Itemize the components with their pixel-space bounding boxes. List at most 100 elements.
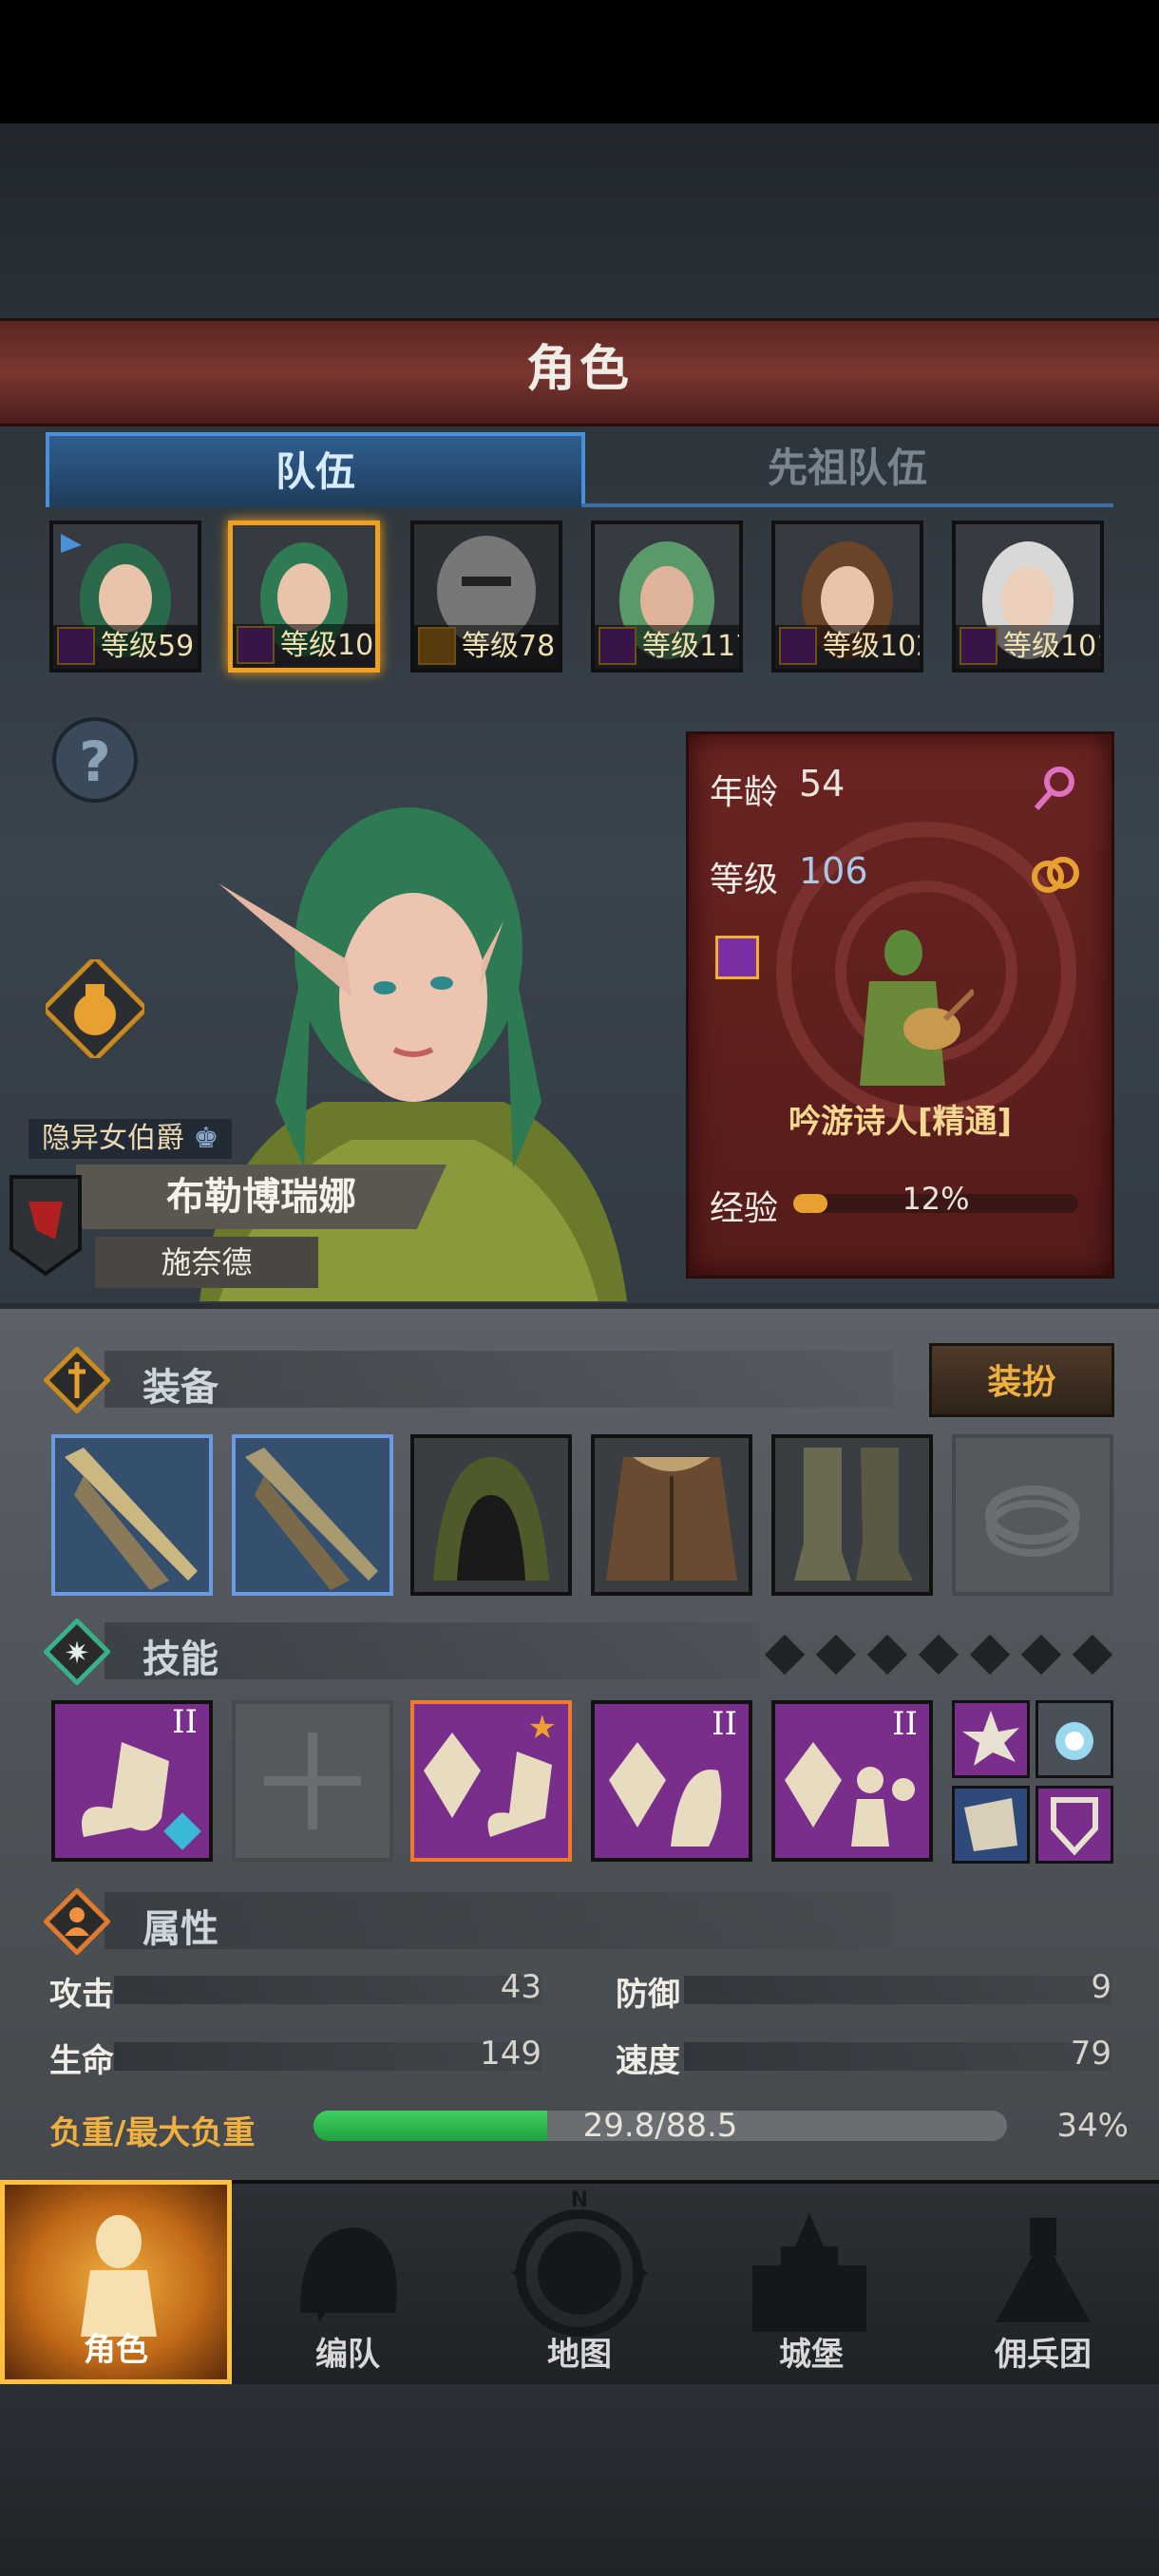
- help-icon[interactable]: ?: [52, 717, 138, 803]
- crown-icon: ♚: [193, 1122, 219, 1155]
- passive-skill-burst-icon[interactable]: [952, 1700, 1030, 1778]
- portrait-slot-1[interactable]: 等级59: [49, 521, 201, 672]
- nav-label: 城堡: [779, 2336, 844, 2374]
- nav-label: 角色: [84, 2331, 148, 2369]
- nav-character[interactable]: 角色: [0, 2180, 232, 2384]
- person-attribute-icon: [42, 1886, 112, 1957]
- portrait-level: 等级117: [595, 625, 739, 669]
- lute-weapon-icon: [65, 1448, 198, 1590]
- defense-value: 9: [1091, 1968, 1112, 2006]
- exp-label: 经验: [710, 1189, 779, 1228]
- outfit-button[interactable]: 装扮: [929, 1343, 1114, 1417]
- crystal-music-skill-icon: ★: [424, 1709, 557, 1837]
- passive-skill-shatter-icon[interactable]: [952, 1786, 1030, 1864]
- skills-title: 技能: [142, 1638, 218, 1681]
- ring-icon: [985, 1486, 1080, 1557]
- mercenary-icon: [996, 2218, 1091, 2322]
- equipment-slot-ring[interactable]: [952, 1434, 1113, 1596]
- character-stats-panel: 年龄 54 等级 106 吟游诗人[精通] 经验 12%: [686, 731, 1114, 1279]
- empty-cross-icon: [264, 1733, 361, 1829]
- portrait-slot-4[interactable]: 等级117: [591, 521, 743, 672]
- age-label: 年龄: [710, 773, 779, 812]
- hood-icon: [433, 1457, 549, 1581]
- level-label: 等级: [710, 861, 779, 900]
- music-note-skill-icon: II: [82, 1704, 201, 1850]
- nav-label: 编队: [315, 2336, 380, 2374]
- tab-team[interactable]: 队伍: [46, 432, 585, 507]
- equipment-slot-weapon-2[interactable]: [232, 1434, 393, 1596]
- age-value: 54: [799, 763, 846, 805]
- equipment-slot-body[interactable]: [591, 1434, 752, 1596]
- svg-text:II: II: [712, 1705, 737, 1743]
- hero-name[interactable]: 布勒博瑞娜: [76, 1165, 446, 1229]
- status-bar-area: [0, 0, 1159, 123]
- portrait-level: 等级102: [775, 625, 920, 669]
- equipment-header-bar: [104, 1351, 893, 1408]
- portrait-slot-5[interactable]: 等级102: [771, 521, 923, 672]
- level-value: 106: [799, 850, 868, 892]
- class-name: 吟游诗人[精通]: [788, 1103, 1013, 1141]
- equipment-title: 装备: [142, 1366, 218, 1410]
- load-value: 29.8/88.5: [582, 2107, 738, 2145]
- female-gender-icon: [1029, 761, 1082, 814]
- boots-icon: [794, 1448, 913, 1581]
- tab-ancestor-team[interactable]: 先祖队伍: [581, 432, 1113, 507]
- hero-surname[interactable]: 施奈德: [95, 1237, 318, 1288]
- nav-map[interactable]: N 地图: [464, 2180, 695, 2384]
- nav-formation[interactable]: 编队: [232, 2180, 464, 2384]
- rank-title: 隐异女伯爵 ♚: [28, 1119, 232, 1159]
- load-percent: 34%: [1056, 2107, 1129, 2145]
- portrait-level: 等级59: [53, 625, 198, 669]
- svg-text:II: II: [892, 1705, 918, 1743]
- portrait-slot-2[interactable]: 等级106: [228, 521, 380, 672]
- hp-value: 149: [480, 2035, 542, 2073]
- skill-slot-1[interactable]: II: [51, 1700, 213, 1862]
- speed-value: 79: [1070, 2035, 1112, 2073]
- passive-skill-shield-icon[interactable]: [1036, 1786, 1113, 1864]
- nav-label: 地图: [547, 2336, 612, 2374]
- portrait-slot-6[interactable]: 等级101: [952, 521, 1104, 672]
- portrait-level: 等级101: [956, 625, 1100, 669]
- attack-value: 43: [500, 1968, 542, 2006]
- svg-text:N: N: [571, 2188, 588, 2212]
- portrait-level: 等级106: [233, 624, 375, 668]
- passive-skill-frost-icon[interactable]: [1036, 1700, 1113, 1778]
- crystal-group-skill-icon: II: [785, 1705, 918, 1847]
- family-crest-shield-icon[interactable]: [8, 1173, 84, 1278]
- skill-slot-empty[interactable]: [232, 1700, 393, 1862]
- star-skill-icon: ✷: [42, 1617, 112, 1687]
- svg-text:★: ★: [528, 1709, 557, 1747]
- skill-slot-4[interactable]: II: [591, 1700, 752, 1862]
- nav-castle[interactable]: 城堡: [695, 2180, 927, 2384]
- attributes-title: 属性: [142, 1907, 218, 1951]
- nav-label: 佣兵团: [995, 2336, 1092, 2374]
- speed-label: 速度: [616, 2042, 680, 2080]
- portrait-level: 等级78: [414, 625, 559, 669]
- hp-label: 生命: [49, 2042, 114, 2080]
- castle-icon: [752, 2213, 866, 2332]
- exp-percent: 12%: [902, 1181, 970, 1217]
- svg-text:✷: ✷: [65, 1635, 90, 1671]
- lute-weapon-icon: [245, 1448, 378, 1590]
- footer-area: [0, 2384, 1159, 2576]
- portrait-slot-3[interactable]: 等级78: [410, 521, 562, 672]
- page-title: 角色: [525, 341, 633, 398]
- compass-map-icon: N: [511, 2188, 648, 2337]
- coat-icon: [606, 1457, 737, 1581]
- equipment-slot-feet[interactable]: [771, 1434, 933, 1596]
- bard-class-badge-icon: [715, 936, 759, 979]
- load-label: 负重/最大负重: [49, 2114, 256, 2152]
- attributes-header-bar: [104, 1892, 893, 1949]
- attack-label: 攻击: [49, 1976, 114, 2014]
- svg-text:II: II: [172, 1704, 198, 1741]
- equipment-slot-weapon-1[interactable]: [51, 1434, 213, 1596]
- rank-title-text: 隐异女伯爵: [42, 1122, 184, 1155]
- nav-mercenary[interactable]: 佣兵团: [927, 2180, 1159, 2384]
- sword-icon: [42, 1345, 112, 1415]
- potion-icon[interactable]: [40, 954, 150, 1064]
- marriage-rings-icon[interactable]: [1027, 846, 1084, 903]
- equipment-slot-head[interactable]: [410, 1434, 572, 1596]
- skill-slot-3[interactable]: ★: [410, 1700, 572, 1862]
- knight-icon: [81, 2215, 157, 2337]
- skill-slot-5[interactable]: II: [771, 1700, 933, 1862]
